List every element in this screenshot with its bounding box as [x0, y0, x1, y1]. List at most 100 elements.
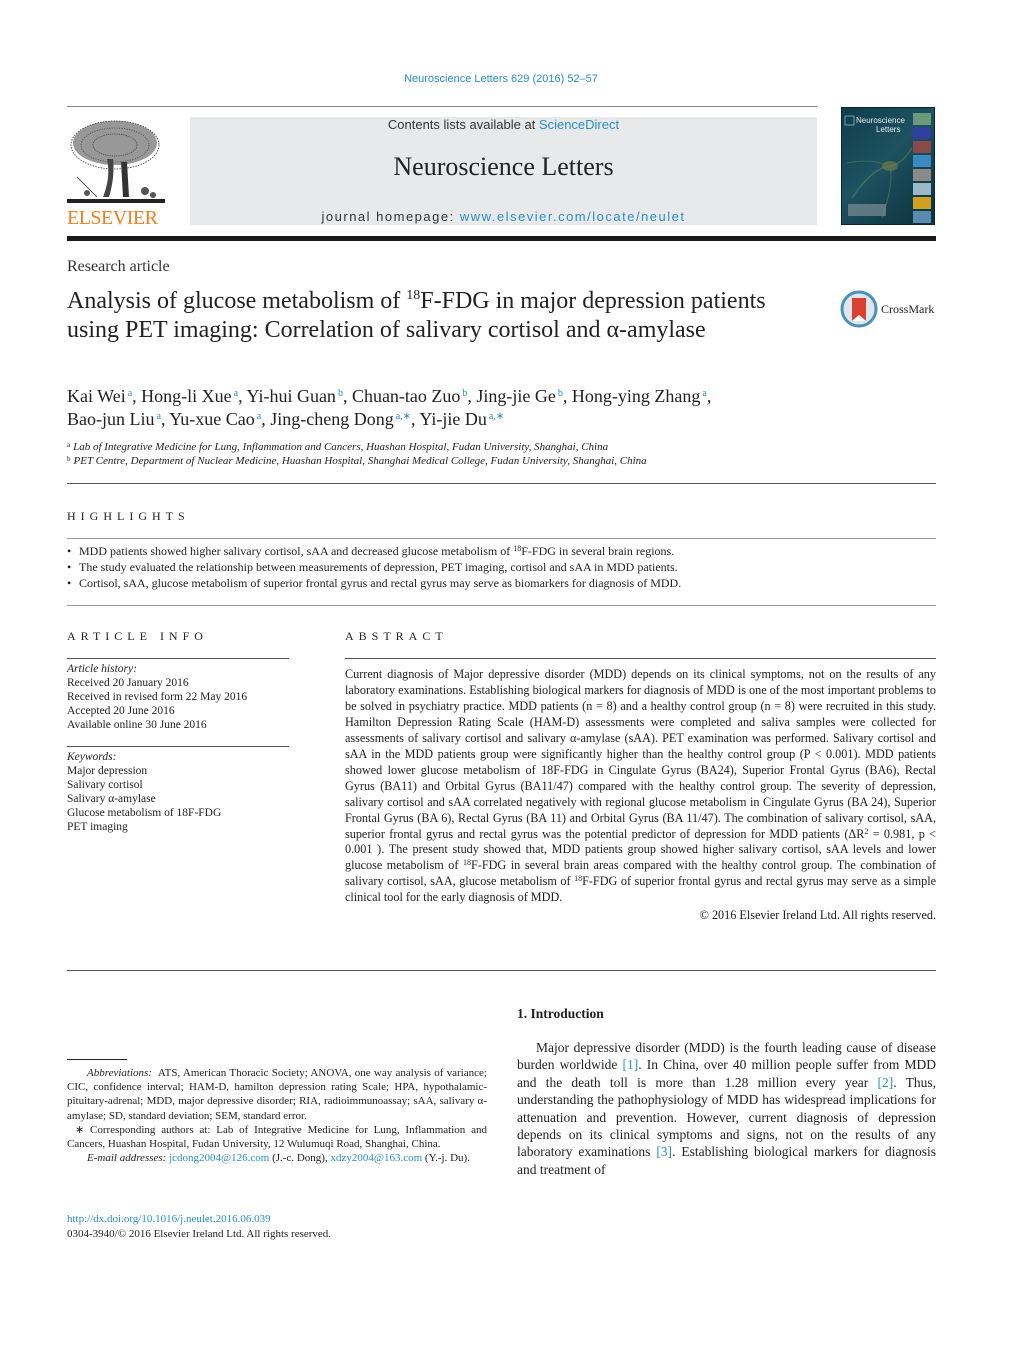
divider [67, 483, 936, 484]
author[interactable]: Kai Wei a [67, 386, 132, 406]
citation-link[interactable]: [1] [622, 1057, 638, 1072]
article-info-heading: ARTICLE INFO [67, 629, 208, 643]
crossmark-button[interactable]: CrossMark [840, 290, 934, 328]
author-name[interactable]: Yi-jie Du [419, 409, 487, 429]
keyword-item[interactable]: Salivary cortisol [67, 778, 289, 792]
author-affiliation-marker[interactable]: b [558, 388, 563, 399]
email-label: E-mail addresses: [87, 1152, 167, 1165]
elsevier-wordmark: ELSEVIER [67, 207, 158, 229]
highlight-text: MDD patients showed higher salivary cort… [79, 544, 514, 558]
author-affiliation-marker[interactable]: b [338, 388, 343, 399]
journal-cover-image[interactable]: Neuroscience Letters [841, 107, 935, 225]
author[interactable]: Bao-jun Liu a [67, 409, 161, 429]
author-affiliation-marker[interactable]: a [234, 388, 238, 399]
abstract-text-part: Current diagnosis of Major depressive di… [345, 667, 936, 841]
footnotes: Abbreviations: ATS, American Thoracic So… [67, 1066, 487, 1165]
author[interactable]: Jing-cheng Dong a,∗ [270, 409, 411, 429]
asterisk-marker: ∗ [75, 1123, 85, 1136]
keywords: Keywords: Major depression Salivary cort… [67, 750, 289, 834]
affiliation-key: b [67, 455, 71, 463]
cover-title-line2: Letters [876, 125, 901, 134]
keyword-item[interactable]: Salivary α-amylase [67, 792, 289, 806]
doi-link[interactable]: http://dx.doi.org/10.1016/j.neulet.2016.… [67, 1212, 331, 1227]
author[interactable]: Chuan-tao Zuo b [352, 386, 467, 406]
divider [67, 970, 936, 971]
highlights-list: MDD patients showed higher salivary cort… [67, 543, 936, 591]
cover-thumbnail-strip [913, 113, 931, 223]
author-name[interactable]: Hong-ying Zhang [572, 386, 700, 406]
cover-thumb [913, 183, 931, 195]
author[interactable]: Jing-jie Ge b [476, 386, 562, 406]
cover-thumb [913, 197, 931, 209]
abbreviations-label: Abbreviations: [87, 1067, 152, 1079]
keyword-item[interactable]: PET imaging [67, 820, 289, 834]
homepage-line: journal homepage: www.elsevier.com/locat… [190, 209, 817, 224]
affiliation-text: PET Centre, Department of Nuclear Medici… [73, 455, 647, 467]
journal-banner: Contents lists available at ScienceDirec… [190, 117, 817, 225]
divider [67, 658, 289, 659]
top-divider [67, 106, 817, 107]
abstract-section: ABSTRACT Current diagnosis of Major depr… [345, 629, 936, 923]
author[interactable]: Hong-ying Zhang a [572, 386, 707, 406]
contents-prefix: Contents lists available at [387, 117, 539, 132]
author-name[interactable]: Yu-xue Cao [169, 409, 254, 429]
history-item: Received 20 January 2016 [67, 677, 189, 689]
affiliation-text: Lab of Integrative Medicine for Lung, In… [73, 441, 609, 453]
author[interactable]: Hong-li Xue a [141, 386, 238, 406]
crossmark-icon [840, 290, 878, 328]
author-affiliation-marker[interactable]: a [157, 411, 161, 422]
email-link[interactable]: xdzy2004@163.com [330, 1152, 422, 1164]
author-name[interactable]: Chuan-tao Zuo [352, 386, 460, 406]
author-name[interactable]: Hong-li Xue [141, 386, 231, 406]
corresponding-text: Corresponding authors at: Lab of Integra… [67, 1123, 487, 1151]
journal-reference[interactable]: Neuroscience Letters 629 (2016) 52–57 [0, 73, 1002, 85]
cover-thumb [913, 155, 931, 167]
citation-link[interactable]: [2] [878, 1075, 894, 1090]
author-affiliation-marker[interactable]: a [257, 411, 261, 422]
keyword-item[interactable]: Major depression [67, 764, 289, 778]
author[interactable]: Yu-xue Cao a [169, 409, 261, 429]
author[interactable]: Yi-jie Du a,∗ [419, 409, 504, 429]
elsevier-logo[interactable]: ELSEVIER [67, 117, 167, 229]
journal-name: Neuroscience Letters [393, 152, 614, 181]
cover-thumb [913, 141, 931, 153]
highlights-section: HIGHLIGHTS MDD patients showed higher sa… [67, 509, 936, 606]
author-name[interactable]: Kai Wei [67, 386, 126, 406]
affiliation-b: b PET Centre, Department of Nuclear Medic… [67, 454, 927, 468]
history-label: Article history: [67, 663, 137, 675]
author-affiliation-marker[interactable]: a,∗ [396, 411, 411, 422]
highlight-item: The study evaluated the relationship bet… [67, 559, 936, 575]
cover-title-line1: Neuroscience [856, 116, 905, 125]
history-item: Available online 30 June 2016 [67, 719, 207, 731]
divider [345, 658, 936, 659]
keywords-label: Keywords: [67, 751, 117, 763]
footnote-divider [67, 1059, 127, 1060]
divider [67, 605, 936, 606]
email-note: E-mail addresses: jcdong2004@126.com (J.… [67, 1151, 487, 1165]
history-item: Received in revised form 22 May 2016 [67, 691, 248, 703]
highlight-item: MDD patients showed higher salivary cort… [67, 543, 936, 559]
author-affiliation-marker[interactable]: b [462, 388, 467, 399]
keyword-item[interactable]: Glucose metabolism of 18F-FDG [67, 806, 289, 820]
homepage-prefix: journal homepage: [321, 209, 460, 224]
superscript: 18 [574, 874, 583, 884]
author-affiliation-marker[interactable]: a,∗ [489, 411, 504, 422]
highlight-text: F-FDG in several brain regions. [521, 544, 675, 558]
abstract-text: Current diagnosis of Major depressive di… [345, 667, 936, 906]
author-affiliation-marker[interactable]: a [128, 388, 132, 399]
affiliation-key: a [67, 441, 71, 449]
citation-link[interactable]: [3] [656, 1144, 672, 1159]
author-name[interactable]: Jing-jie Ge [476, 386, 555, 406]
author-name[interactable]: Bao-jun Liu [67, 409, 155, 429]
author-name[interactable]: Jing-cheng Dong [270, 409, 393, 429]
author-affiliation-marker[interactable]: a [702, 388, 706, 399]
email-link[interactable]: jcdong2004@126.com [169, 1152, 269, 1164]
author[interactable]: Yi-hui Guan b [246, 386, 343, 406]
cover-thumb [913, 169, 931, 181]
author-name[interactable]: Yi-hui Guan [246, 386, 336, 406]
affiliations: a Lab of Integrative Medicine for Lung, I… [67, 440, 927, 468]
title-text: Analysis of glucose metabolism of [67, 288, 407, 314]
cover-title: Neuroscience Letters [856, 116, 905, 134]
journal-homepage-link[interactable]: www.elsevier.com/locate/neulet [460, 209, 686, 224]
sciencedirect-link[interactable]: ScienceDirect [539, 117, 619, 132]
